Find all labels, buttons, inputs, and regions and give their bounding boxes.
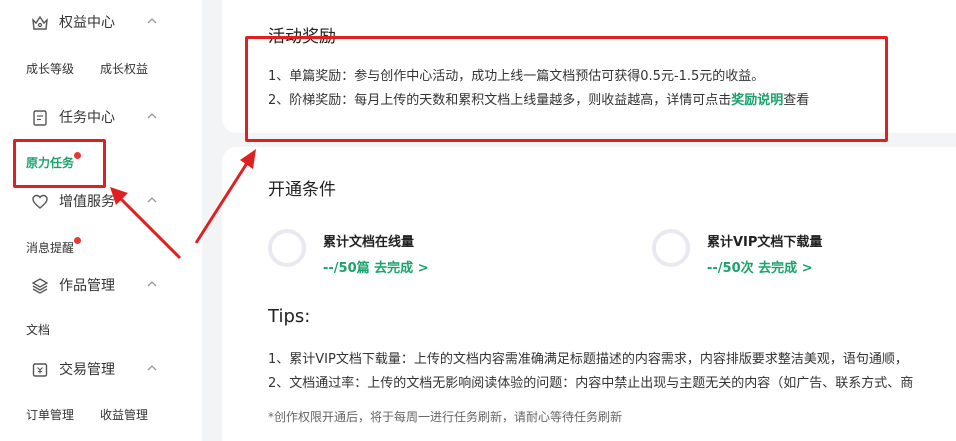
tip-line-2: 2、文档通过率：上传的文档无影响阅读体验的问题：内容中禁止出现与主题无关的内容（… [268, 376, 914, 391]
chevron-up-icon[interactable] [145, 108, 159, 122]
annotation-box-reward [245, 36, 888, 142]
sidebar-item-growth-level[interactable]: 成长等级 [26, 61, 74, 77]
condition-progress-value: --/50篇 [323, 261, 370, 276]
sidebar-section-label: 作品管理 [59, 278, 115, 294]
chevron-up-icon[interactable] [145, 360, 159, 374]
condition-progress: --/50篇 去完成 > [323, 257, 429, 276]
chevron-up-icon[interactable] [145, 13, 159, 27]
sidebar-item-orders[interactable]: 订单管理 [26, 407, 74, 423]
notification-dot [74, 237, 81, 244]
sidebar-section-trade[interactable]: 交易管理 [0, 353, 202, 387]
document-icon [31, 109, 49, 127]
crown-icon [31, 14, 49, 32]
sidebar-section-works[interactable]: 作品管理 [0, 269, 202, 303]
sidebar-item-documents[interactable]: 文档 [26, 322, 50, 338]
tips-title: Tips: [268, 306, 311, 327]
sidebar-section-label: 权益中心 [59, 15, 115, 31]
condition-progress-value: --/50次 [707, 261, 754, 276]
sidebar-section-rights[interactable]: 权益中心 [0, 6, 202, 40]
condition-title: 累计文档在线量 [323, 235, 415, 250]
condition-progress: --/50次 去完成 > [707, 257, 813, 276]
sidebar: 权益中心 成长等级 成长权益 任务中心 原力任务 增值服务 消息提醒 作品管理 … [0, 0, 202, 441]
layers-icon [31, 277, 49, 295]
sidebar-item-earnings[interactable]: 收益管理 [100, 407, 148, 423]
progress-ring [268, 229, 306, 267]
sidebar-section-label: 交易管理 [59, 362, 115, 378]
conditions-card: 开通条件 累计文档在线量 --/50篇 去完成 > 累计VIP文档下载量 --/… [222, 147, 956, 441]
sidebar-item-growth-rights[interactable]: 成长权益 [100, 61, 148, 77]
progress-ring [652, 229, 690, 267]
sidebar-item-messages[interactable]: 消息提醒 [26, 240, 74, 256]
sidebar-section-tasks[interactable]: 任务中心 [0, 101, 202, 135]
conditions-title: 开通条件 [268, 180, 336, 200]
chevron-up-icon[interactable] [145, 192, 159, 206]
tip-line-1: 1、累计VIP文档下载量：上传的文档内容需准确满足标题描述的内容需求，内容排版要… [268, 352, 908, 367]
wallet-icon [31, 361, 49, 379]
sidebar-section-vas[interactable]: 增值服务 [0, 185, 202, 219]
complete-link[interactable]: 去完成 > [758, 261, 812, 276]
condition-title: 累计VIP文档下载量 [707, 235, 823, 250]
heart-icon [31, 193, 49, 211]
tips-note: *创作权限开通后，将于每周一进行任务刷新，请耐心等待任务刷新 [268, 410, 623, 424]
annotation-box-sidebar [13, 139, 106, 188]
sidebar-section-label: 增值服务 [59, 194, 115, 210]
sidebar-section-label: 任务中心 [59, 110, 115, 126]
chevron-up-icon[interactable] [145, 276, 159, 290]
complete-link[interactable]: 去完成 > [374, 261, 428, 276]
